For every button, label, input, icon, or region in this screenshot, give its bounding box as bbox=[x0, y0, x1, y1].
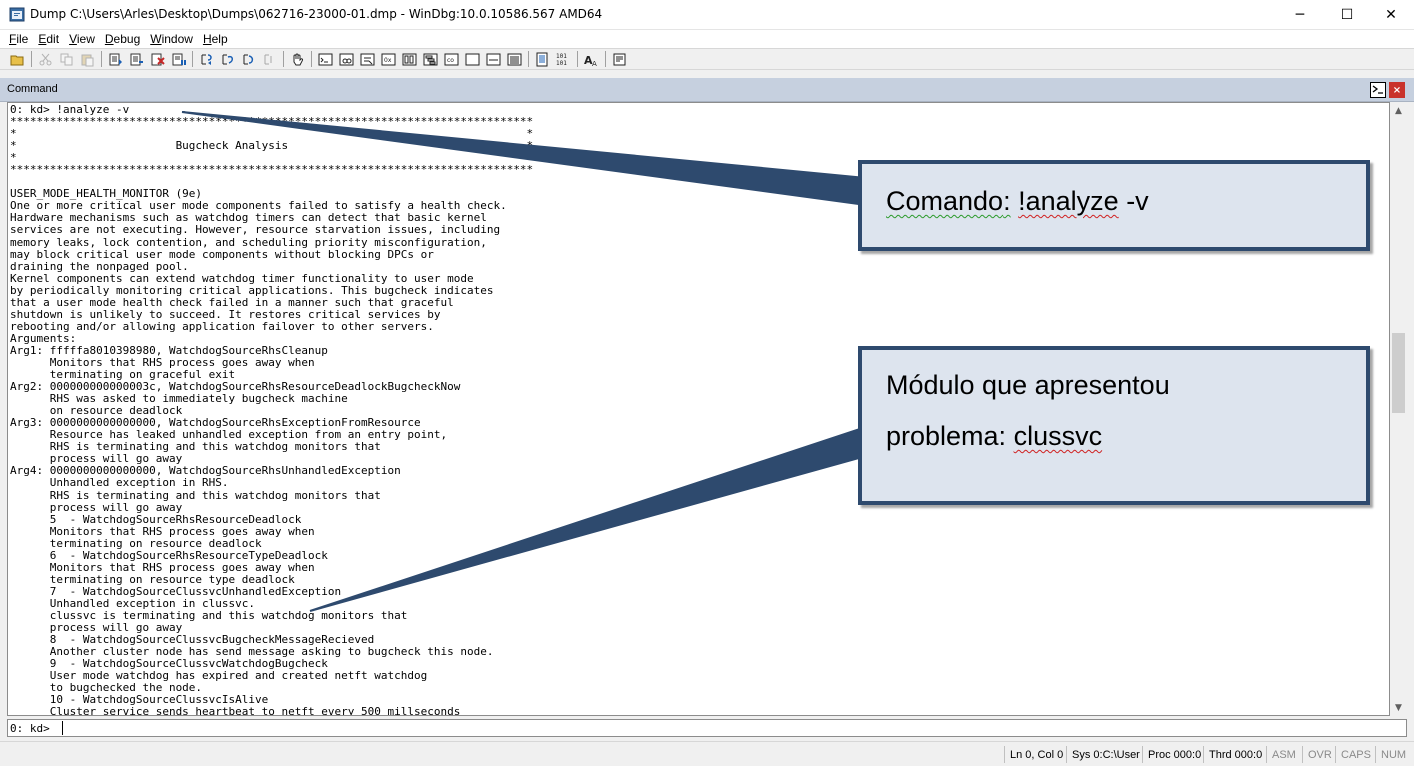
open-file-icon[interactable] bbox=[8, 51, 27, 68]
title-bar: Dump C:\Users\Arles\Desktop\Dumps\062716… bbox=[0, 0, 1414, 30]
paste-icon[interactable] bbox=[78, 51, 97, 68]
menu-view[interactable]: View bbox=[64, 32, 100, 46]
processes-threads-icon[interactable] bbox=[484, 51, 503, 68]
command-input-row: 0: kd> bbox=[7, 719, 1407, 737]
status-num: NUM bbox=[1375, 746, 1411, 763]
toolbar: 0x co 101 101 AA bbox=[0, 48, 1414, 70]
toolbar-separator bbox=[528, 51, 529, 67]
command-input[interactable] bbox=[62, 721, 1402, 735]
windbg-app-icon bbox=[9, 7, 25, 22]
step-over-icon[interactable] bbox=[218, 51, 237, 68]
command-output-text: 0: kd> !analyze -v *********************… bbox=[10, 103, 534, 716]
status-thrd: Thrd 000:0 bbox=[1203, 746, 1266, 763]
toolbar-separator bbox=[283, 51, 284, 67]
menu-file[interactable]: File bbox=[4, 32, 33, 46]
toolbar-separator bbox=[311, 51, 312, 67]
scroll-down-arrow-icon[interactable]: ▼ bbox=[1390, 699, 1407, 716]
callout-module: Módulo que apresentou problema: clussvc bbox=[858, 346, 1370, 505]
hex-display-icon[interactable]: 101 101 bbox=[554, 51, 573, 68]
stop-debugging-icon[interactable] bbox=[148, 51, 167, 68]
memory-window-icon[interactable] bbox=[400, 51, 419, 68]
menu-bar: File Edit View Debug Window Help bbox=[0, 30, 1414, 48]
step-out-icon[interactable] bbox=[239, 51, 258, 68]
font-icon[interactable]: AA bbox=[582, 51, 601, 68]
command-close-icon[interactable]: × bbox=[1389, 82, 1405, 98]
status-caps: CAPS bbox=[1335, 746, 1375, 763]
maximize-button[interactable]: ☐ bbox=[1324, 0, 1370, 30]
svg-text:101: 101 bbox=[556, 60, 567, 67]
copy-icon[interactable] bbox=[57, 51, 76, 68]
status-proc: Proc 000:0 bbox=[1142, 746, 1203, 763]
command-prompt-icon[interactable] bbox=[1370, 82, 1386, 98]
command-input-prompt: 0: kd> bbox=[10, 722, 50, 735]
options-icon[interactable] bbox=[610, 51, 629, 68]
status-ln-col: Ln 0, Col 0 bbox=[1004, 746, 1066, 763]
toolbar-separator bbox=[605, 51, 606, 67]
svg-text:A: A bbox=[592, 60, 597, 67]
menu-window[interactable]: Window bbox=[145, 32, 198, 46]
menu-debug[interactable]: Debug bbox=[100, 32, 145, 46]
hand-source-mode-icon[interactable] bbox=[288, 51, 307, 68]
callout-module-line1: Módulo que apresentou bbox=[886, 370, 1170, 400]
close-button[interactable]: ✕ bbox=[1368, 0, 1414, 30]
registers-window-icon[interactable]: 0x bbox=[379, 51, 398, 68]
modules-icon[interactable] bbox=[505, 51, 524, 68]
scrollbar-thumb[interactable] bbox=[1392, 333, 1405, 413]
status-bar: Ln 0, Col 0 Sys 0:C:\User Proc 000:0 Thr… bbox=[0, 741, 1414, 766]
callout-module-line2: problema: clussvc bbox=[886, 421, 1103, 451]
status-sys: Sys 0:C:\User bbox=[1066, 746, 1142, 763]
toolbar-separator bbox=[577, 51, 578, 67]
svg-text:co: co bbox=[447, 57, 454, 64]
svg-text:101: 101 bbox=[556, 53, 567, 60]
scroll-up-arrow-icon[interactable]: ▲ bbox=[1390, 102, 1407, 119]
callout-command-text: Comando: !analyze -v bbox=[886, 186, 1149, 216]
command-window-header: Command × bbox=[0, 78, 1414, 102]
call-stack-window-icon[interactable] bbox=[421, 51, 440, 68]
toolbar-separator bbox=[31, 51, 32, 67]
restart-icon[interactable] bbox=[127, 51, 146, 68]
status-ovr: OVR bbox=[1302, 746, 1335, 763]
vertical-scrollbar[interactable]: ▲ ▼ bbox=[1390, 102, 1407, 716]
command-window-title: Command bbox=[7, 83, 58, 95]
step-into-icon[interactable] bbox=[197, 51, 216, 68]
menu-help[interactable]: Help bbox=[198, 32, 233, 46]
watch-window-icon[interactable] bbox=[337, 51, 356, 68]
command-window-icon[interactable] bbox=[316, 51, 335, 68]
locals-window-icon[interactable] bbox=[358, 51, 377, 68]
disassembly-window-icon[interactable]: co bbox=[442, 51, 461, 68]
callout-command: Comando: !analyze -v bbox=[858, 160, 1370, 251]
minimize-button[interactable]: ─ bbox=[1277, 0, 1323, 30]
break-icon[interactable] bbox=[169, 51, 188, 68]
run-to-cursor-icon[interactable] bbox=[260, 51, 279, 68]
toolbar-separator bbox=[192, 51, 193, 67]
scratch-pad-icon[interactable] bbox=[463, 51, 482, 68]
window-title: Dump C:\Users\Arles\Desktop\Dumps\062716… bbox=[30, 7, 603, 21]
go-icon[interactable] bbox=[106, 51, 125, 68]
cut-icon[interactable] bbox=[36, 51, 55, 68]
status-asm: ASM bbox=[1266, 746, 1302, 763]
toolbar-separator bbox=[101, 51, 102, 67]
svg-text:0x: 0x bbox=[384, 57, 392, 64]
menu-edit[interactable]: Edit bbox=[33, 32, 64, 46]
source-mode-icon[interactable] bbox=[533, 51, 552, 68]
